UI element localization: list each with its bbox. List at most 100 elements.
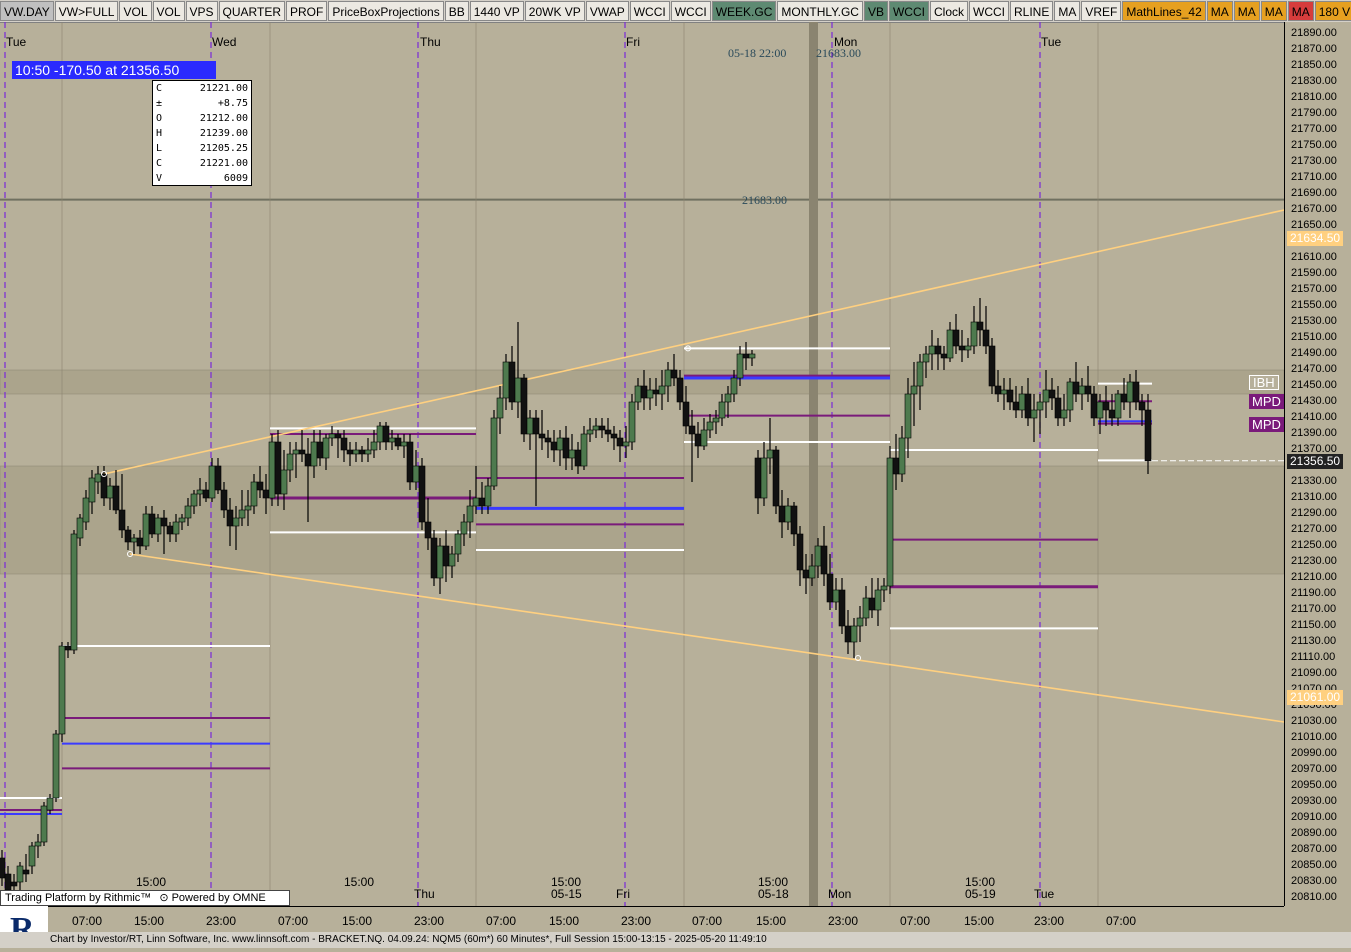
session-time-label: 05-15 [551, 887, 582, 901]
toolbar-button-vol[interactable]: VOL [152, 1, 185, 21]
toolbar-button-quarter[interactable]: QUARTER [218, 1, 285, 21]
price-tick-label: 21810.00 [1291, 91, 1337, 103]
time-axis[interactable]: 07:00 15:00 23:00 07:00 15:00 23:00 07:00 15:00… [0, 906, 1284, 933]
candle-up [1066, 381, 1074, 411]
candle-up [154, 517, 162, 535]
candle-down [226, 509, 234, 527]
price-tick-label: 21550.00 [1291, 299, 1337, 311]
candle-up [724, 393, 732, 403]
candle-up [784, 505, 792, 523]
toolbar-button-ma[interactable]: MA [1054, 1, 1081, 21]
price-tick-label: 21390.00 [1291, 427, 1337, 439]
toolbar-button-vw-full[interactable]: VW>FULL [54, 1, 119, 21]
status-bar: Chart by Investor/RT, Linn Software, Inc… [0, 932, 1351, 948]
price-tick-label: 21670.00 [1291, 203, 1337, 215]
toolbar-button-wcci[interactable]: WCCI [670, 1, 711, 21]
candle-down [826, 573, 834, 603]
toolbar-button-wcci[interactable]: WCCI [969, 1, 1009, 21]
candle-down [976, 321, 984, 331]
toolbar-button-clock[interactable]: Clock [929, 1, 968, 21]
toolbar-button-wcci[interactable]: WCCI [629, 1, 670, 21]
toolbar-button-vw-day[interactable]: VW.DAY [0, 1, 54, 21]
toolbar-button-ma[interactable]: MA [1233, 1, 1260, 21]
price-tick-label: 21750.00 [1291, 139, 1337, 151]
candle-down [220, 489, 228, 511]
candle-up [910, 385, 918, 395]
rithmic-badge: Trading Platform by Rithmic™ ⊙ Powered by… [0, 890, 290, 906]
candle-up [1078, 385, 1086, 395]
toolbar-button-vref[interactable]: VREF [1081, 1, 1122, 21]
candle-up [238, 509, 246, 519]
candle-down [940, 353, 948, 359]
candle-down [1084, 385, 1092, 395]
candle-up [28, 845, 36, 867]
candle-up [874, 589, 882, 611]
candle-up [1000, 389, 1008, 395]
toolbar-button-prof[interactable]: PROF [285, 1, 328, 21]
candle-up [370, 441, 378, 451]
candle-down [478, 497, 486, 507]
toolbar-button-bb[interactable]: BB [444, 1, 469, 21]
candle-up [502, 361, 510, 399]
price-marker-21061.00: 21061.00 [1287, 690, 1344, 706]
candle-down [406, 441, 414, 483]
candle-up [760, 457, 768, 499]
toolbar-button-rline[interactable]: RLINE [1010, 1, 1054, 21]
price-marker-mpd: MPD [1249, 416, 1284, 432]
price-axis[interactable]: 21890.00 21870.00 21850.00 21830.00 21810.00… [1249, 22, 1351, 906]
time-tick-label: 15:00 [756, 914, 787, 928]
candle-down [298, 449, 306, 455]
session-time-label: 15:00 [344, 875, 375, 889]
candle-up [448, 553, 456, 567]
candle-down [1012, 401, 1020, 411]
price-tick-label: 20830.00 [1291, 875, 1337, 887]
toolbar-button-ma[interactable]: MA [1287, 1, 1314, 21]
toolbar-button-mathlines-42[interactable]: MathLines_42 [1122, 1, 1206, 21]
weekend-gap-bar [809, 22, 818, 906]
candle-up [898, 437, 906, 475]
candle-up [292, 449, 300, 455]
toolbar-button-monthly-gc[interactable]: MONTHLY.GC [777, 1, 863, 21]
toolbar-button-priceboxprojections[interactable]: PriceBoxProjections [328, 1, 444, 21]
price-tick-label: 21870.00 [1291, 43, 1337, 55]
candle-up [964, 345, 972, 351]
price-tick-label: 21530.00 [1291, 315, 1337, 327]
toolbar-button-vb[interactable]: VB [863, 1, 888, 21]
candle-down [112, 485, 120, 511]
candle-up [106, 485, 114, 499]
toolbar-button-vps[interactable]: VPS [185, 1, 218, 21]
price-tick-label: 21210.00 [1291, 571, 1337, 583]
toolbar-button-180-vp[interactable]: 180 VP [1314, 1, 1351, 21]
candle-down [574, 449, 582, 467]
candle-down [754, 457, 762, 499]
candle-up [808, 565, 816, 579]
toolbar-button-vwap[interactable]: VWAP [585, 1, 629, 21]
overlay-mid-price-label: 21683.00 [742, 193, 787, 207]
candle-up [466, 505, 474, 523]
candle-down [640, 385, 648, 399]
price-tick-label: 21490.00 [1291, 347, 1337, 359]
toolbar-button-20wk-vp[interactable]: 20WK VP [524, 1, 585, 21]
toolbar-button-ma[interactable]: MA [1206, 1, 1233, 21]
time-tick-label: 07:00 [72, 914, 103, 928]
toolbar-button-1440-vp[interactable]: 1440 VP [469, 1, 524, 21]
price-tick-label: 20970.00 [1291, 763, 1337, 775]
candle-up [286, 453, 294, 471]
indicator-toolbar: VW.DAY VW>FULL VOL VOL VPS QUARTER PROF PriceBo… [0, 0, 1351, 23]
toolbar-button-wcci[interactable]: WCCI [888, 1, 929, 21]
candle-down [1072, 381, 1080, 395]
toolbar-button-vol[interactable]: VOL [119, 1, 152, 21]
candle-down [22, 869, 30, 875]
toolbar-button-week-gc[interactable]: WEEK.GC [711, 1, 777, 21]
candle-down [136, 537, 144, 547]
candle-up [700, 429, 708, 447]
candle-up [580, 433, 588, 467]
candle-up [412, 465, 420, 483]
price-tick-label: 20990.00 [1291, 747, 1337, 759]
candle-up [52, 733, 60, 799]
ohlc-value: 21221.00 [199, 158, 248, 169]
value-area-band [0, 465, 1284, 575]
ohlc-data-window: C 21221.00 ± +8.75 O 21212.00 H 21239.00 L 21205.… [152, 80, 252, 186]
toolbar-button-ma[interactable]: MA [1260, 1, 1287, 21]
candle-up [970, 321, 978, 347]
